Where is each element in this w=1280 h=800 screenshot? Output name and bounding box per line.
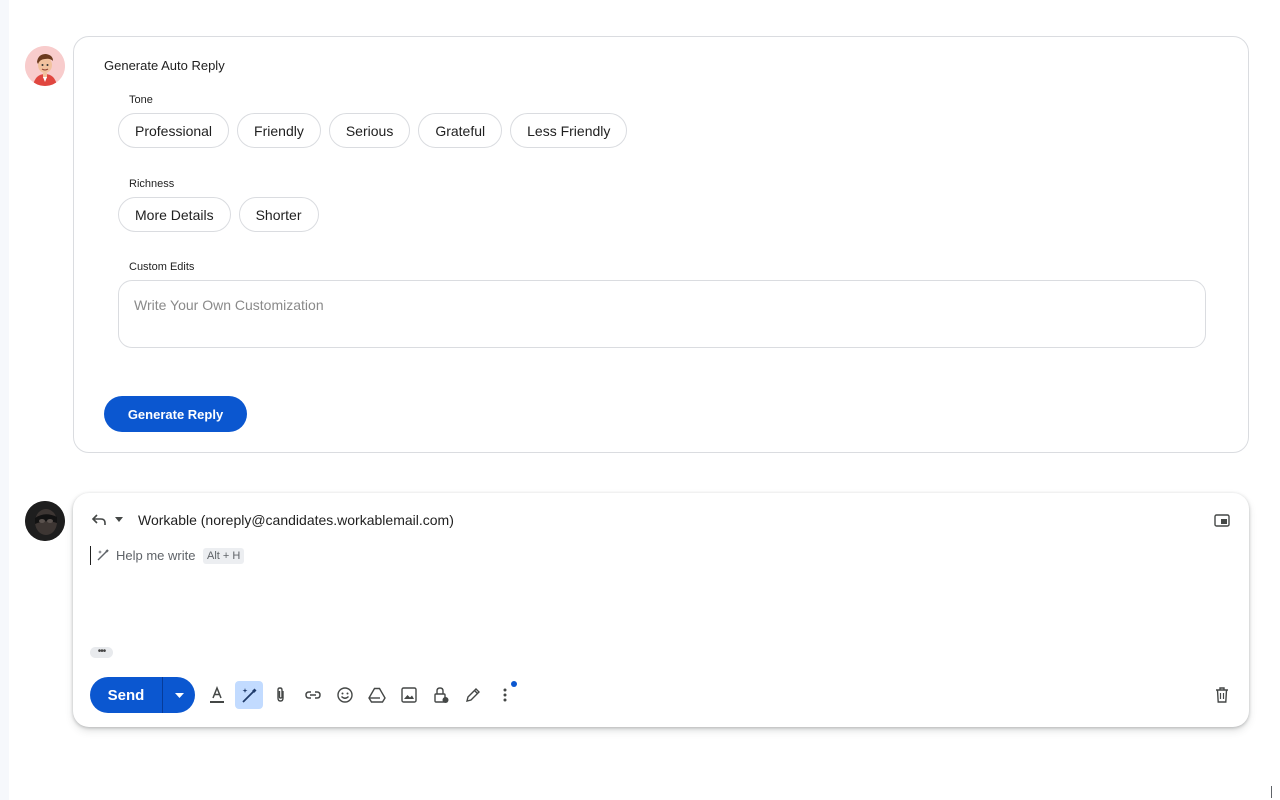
auto-reply-panel: Generate Auto Reply Tone Professional Fr… bbox=[73, 36, 1249, 453]
left-rail bbox=[0, 0, 9, 800]
assistant-avatar bbox=[25, 46, 65, 86]
photo-icon[interactable] bbox=[395, 681, 423, 709]
confidential-mode-icon[interactable] bbox=[427, 681, 455, 709]
user-avatar bbox=[25, 501, 65, 541]
richness-options: More Details Shorter bbox=[118, 197, 319, 232]
help-me-write-icon[interactable] bbox=[96, 548, 110, 562]
send-button-group: Send bbox=[90, 677, 195, 713]
show-trimmed-content-button[interactable]: ••• bbox=[90, 647, 113, 658]
tone-options: Professional Friendly Serious Grateful L… bbox=[118, 113, 628, 148]
reply-icon[interactable] bbox=[91, 513, 107, 527]
generate-reply-button[interactable]: Generate Reply bbox=[104, 396, 247, 432]
richness-label: Richness bbox=[129, 178, 175, 190]
link-icon[interactable] bbox=[299, 681, 327, 709]
help-me-write-toolbar-icon[interactable] bbox=[235, 681, 263, 709]
text-cursor bbox=[90, 546, 91, 565]
attach-icon[interactable] bbox=[267, 681, 295, 709]
tone-less-friendly-chip[interactable]: Less Friendly bbox=[510, 113, 628, 148]
tone-label: Tone bbox=[129, 94, 153, 106]
discard-draft-icon[interactable] bbox=[1208, 681, 1236, 709]
send-options-button[interactable] bbox=[162, 677, 195, 713]
auto-reply-title: Generate Auto Reply bbox=[104, 58, 225, 73]
formatting-icon[interactable] bbox=[203, 681, 231, 709]
richness-shorter-chip[interactable]: Shorter bbox=[238, 197, 319, 232]
tone-serious-chip[interactable]: Serious bbox=[328, 113, 411, 148]
popout-icon[interactable] bbox=[1214, 514, 1230, 527]
chevron-down-icon bbox=[174, 692, 184, 698]
tone-friendly-chip[interactable]: Friendly bbox=[237, 113, 321, 148]
help-me-write-shortcut: Alt + H bbox=[203, 548, 245, 564]
send-button[interactable]: Send bbox=[90, 677, 162, 713]
custom-edits-input[interactable] bbox=[118, 280, 1206, 348]
richness-more-details-chip[interactable]: More Details bbox=[118, 197, 231, 232]
custom-edits-label: Custom Edits bbox=[129, 261, 195, 273]
drive-icon[interactable] bbox=[363, 681, 391, 709]
reply-type-caret-icon[interactable] bbox=[115, 517, 123, 522]
notification-dot bbox=[511, 681, 517, 687]
help-me-write-prompt[interactable]: Help me write bbox=[116, 548, 195, 563]
resize-corner bbox=[1271, 786, 1274, 798]
signature-icon[interactable] bbox=[459, 681, 487, 709]
reply-compose: Workable (noreply@candidates.workablemai… bbox=[73, 493, 1249, 727]
emoji-icon[interactable] bbox=[331, 681, 359, 709]
recipient-field[interactable]: Workable (noreply@candidates.workablemai… bbox=[138, 512, 454, 528]
tone-professional-chip[interactable]: Professional bbox=[118, 113, 230, 148]
tone-grateful-chip[interactable]: Grateful bbox=[418, 113, 503, 148]
